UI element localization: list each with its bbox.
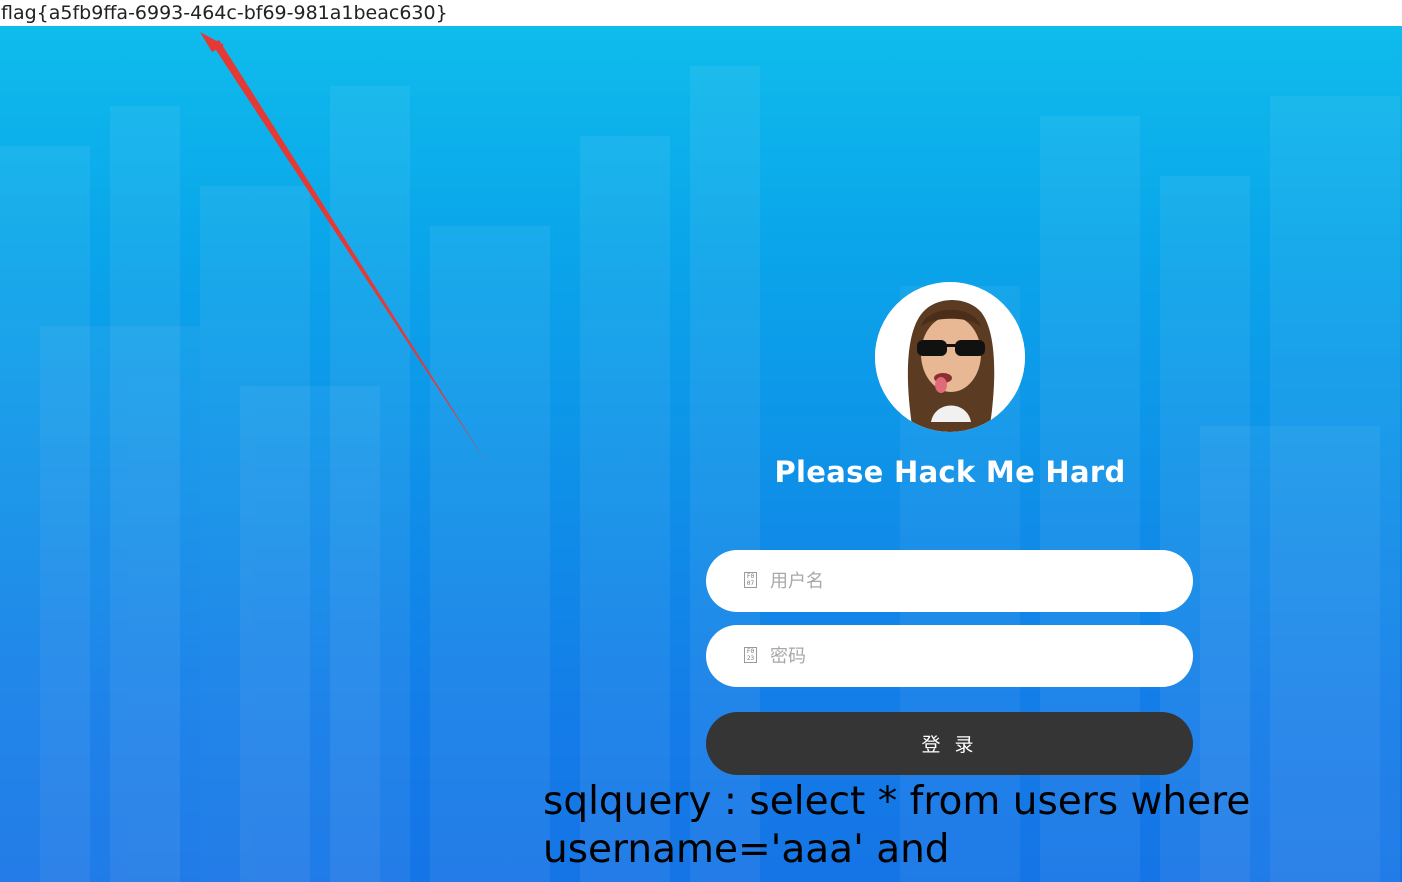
arrow-shaft	[212, 40, 488, 465]
annotation-arrow	[200, 32, 488, 465]
